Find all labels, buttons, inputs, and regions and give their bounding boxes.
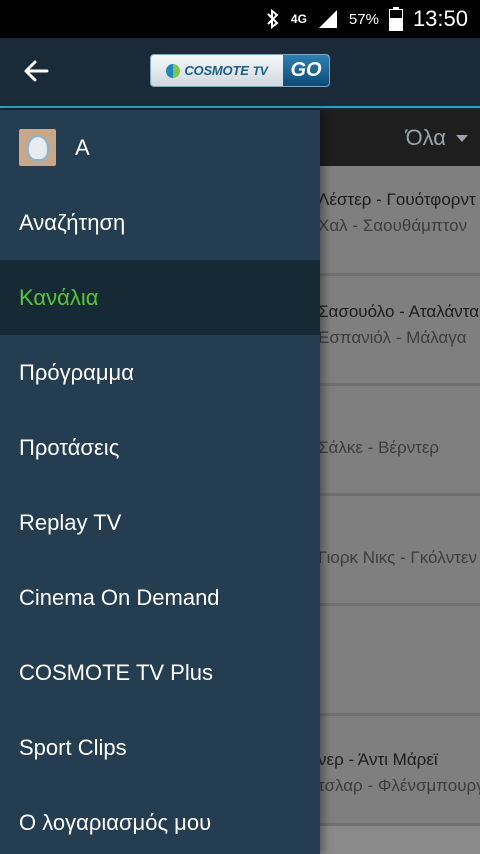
list-item-subtitle: Εσπανιόλ - Μάλαγα (318, 328, 467, 347)
menu-item-my-account[interactable]: Ο λογαριασμός μου (0, 785, 320, 854)
profile-name: Α (75, 134, 90, 160)
avatar (19, 129, 56, 166)
profile-row[interactable]: Α (0, 110, 320, 185)
filter-label: Όλα (405, 125, 446, 150)
menu-item-program[interactable]: Πρόγραμμα (0, 335, 320, 410)
menu-item-search[interactable]: Αναζήτηση (0, 185, 320, 260)
logo-go-text: GO (283, 55, 329, 86)
list-item-subtitle: τσλαρ - Φλένσμπουργκ (318, 776, 480, 795)
battery-percent: 57% (348, 10, 379, 28)
logo-text: COSMOTE (184, 63, 249, 78)
app-bar: COSMOTE TV GO (0, 38, 480, 108)
list-item-subtitle: Χαλ - Σαουθάμπτον (318, 216, 468, 235)
menu-item-channels[interactable]: Κανάλια (0, 260, 320, 335)
cosmote-tv-go-logo: COSMOTE TV GO (150, 54, 330, 87)
list-item-title: Σασουόλο - Αταλάντα (318, 302, 480, 321)
bluetooth-icon (265, 8, 281, 30)
status-bar: 4G 57% 13:50 (0, 0, 480, 38)
cosmote-logo-icon (166, 63, 181, 78)
clock: 13:50 (412, 6, 468, 31)
menu-item-recommendations[interactable]: Προτάσεις (0, 410, 320, 485)
menu-item-replay-tv[interactable]: Replay TV (0, 485, 320, 560)
caret-down-icon (456, 134, 468, 142)
network-type-label: 4G (290, 12, 307, 26)
back-button[interactable] (14, 55, 58, 91)
battery-icon (388, 7, 403, 31)
menu-item-sport-clips[interactable]: Sport Clips (0, 710, 320, 785)
menu-item-cosmote-tv-plus[interactable]: COSMOTE TV Plus (0, 635, 320, 710)
arrow-left-icon (23, 60, 49, 87)
list-item-subtitle: Σάλκε - Βέρντερ (318, 438, 440, 457)
navigation-drawer: Α Αναζήτηση Κανάλια Πρόγραμμα Προτάσεις … (0, 110, 320, 854)
list-item-title: νερ - Άντι Μάρεϊ (318, 750, 438, 769)
list-item-title: Λέστερ - Γουότφορντ (318, 190, 476, 209)
logo-tv-text: TV (252, 63, 268, 78)
signal-icon (317, 8, 339, 30)
menu-item-cinema-on-demand[interactable]: Cinema On Demand (0, 560, 320, 635)
list-item-subtitle: Γιορκ Νικς - Γκόλντεν (318, 548, 477, 567)
